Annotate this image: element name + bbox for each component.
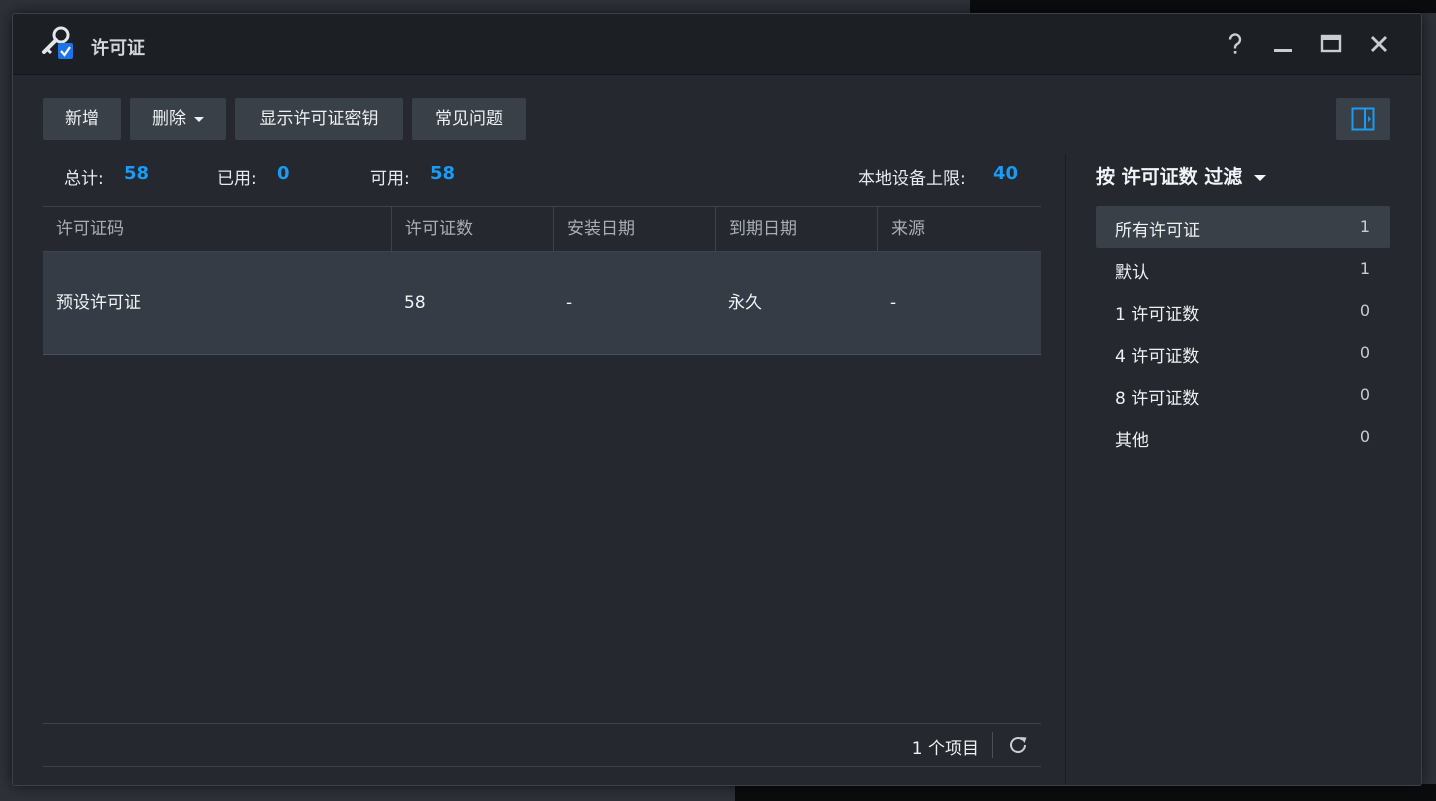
table-row[interactable]: 预设许可证 58 - 永久 - [43,252,1041,355]
license-table: 许可证码 许可证数 安装日期 到期日期 来源 预设许可证 58 - 永久 - [43,206,1041,355]
filter-item-count: 0 [1359,427,1370,446]
filter-item-other[interactable]: 其他 0 [1096,416,1390,458]
chevron-down-icon [1254,174,1267,181]
table-footer: 1 个项目 [43,723,1041,767]
filter-item-label: 所有许可证 [1115,221,1200,241]
panel-divider [1065,154,1066,785]
title-bar: 许可证 [13,14,1421,75]
cell-license-code: 预设许可证 [56,293,141,313]
chevron-down-icon [194,116,204,122]
help-button[interactable] [1221,30,1249,58]
refresh-button[interactable] [1007,734,1029,756]
delete-button-label: 删除 [152,109,186,129]
filter-item-label: 8 许可证数 [1115,389,1200,409]
minimize-icon [1274,49,1292,52]
device-limit-value: 40 [993,163,1019,184]
filter-item-label: 4 许可证数 [1115,347,1200,367]
available-value: 58 [430,163,456,184]
filter-item-count: 1 [1359,217,1370,236]
maximize-button[interactable] [1317,30,1345,58]
cell-source: - [890,293,897,313]
total-value: 58 [124,163,150,184]
add-button-label: 新增 [65,109,99,129]
help-icon [1228,33,1242,54]
filter-item-default[interactable]: 默认 1 [1096,248,1390,290]
add-button[interactable]: 新增 [43,98,121,140]
filter-item-1-license[interactable]: 1 许可证数 0 [1096,290,1390,332]
filter-item-all[interactable]: 所有许可证 1 [1096,206,1390,248]
table-header: 许可证码 许可证数 安装日期 到期日期 来源 [43,206,1041,252]
faq-button[interactable]: 常见问题 [412,98,526,140]
filter-dropdown[interactable]: 按 许可证数 过滤 [1096,162,1267,189]
column-header-expiry-date[interactable]: 到期日期 [715,207,877,251]
column-header-source[interactable]: 来源 [877,207,1041,251]
cell-install-date: - [566,293,573,313]
column-header-install-date[interactable]: 安装日期 [553,207,715,251]
column-header-license-count[interactable]: 许可证数 [391,207,553,251]
show-license-key-label: 显示许可证密钥 [259,109,379,129]
refresh-icon [1010,737,1027,753]
total-label: 总计: [64,169,104,189]
delete-dropdown-button[interactable]: 删除 [130,98,226,140]
close-icon [1371,36,1387,52]
desktop-background [735,784,1436,801]
column-header-license-code[interactable]: 许可证码 [43,207,391,251]
license-key-icon [39,26,75,62]
footer-divider [992,732,993,758]
cell-expiry-date: 永久 [728,293,762,313]
cell-license-count: 58 [404,293,426,313]
minimize-button[interactable] [1269,30,1297,58]
filter-item-count: 0 [1359,301,1370,320]
available-label: 可用: [370,169,410,189]
window-title: 许可证 [91,38,145,59]
maximize-icon [1320,34,1342,53]
toggle-filter-panel-button[interactable] [1336,98,1390,140]
device-limit-label: 本地设备上限: [858,169,966,189]
faq-button-label: 常见问题 [435,109,503,129]
item-count: 1 个项目 [911,739,979,759]
used-value: 0 [277,163,290,184]
filter-item-8-license[interactable]: 8 许可证数 0 [1096,374,1390,416]
desktop-background [970,0,1436,13]
filter-title-label: 按 许可证数 过滤 [1096,166,1243,188]
filter-item-count: 0 [1359,385,1370,404]
filter-item-count: 1 [1359,259,1370,278]
used-label: 已用: [217,169,257,189]
show-license-key-button[interactable]: 显示许可证密钥 [235,98,403,140]
filter-item-count: 0 [1359,343,1370,362]
filter-item-label: 其他 [1115,431,1149,451]
side-panel-icon [1351,107,1375,131]
license-window: 许可证 新增 删除 显示许可证密钥 常见问题 总计: 58 已用: 0 可用: … [12,13,1422,786]
filter-item-4-license[interactable]: 4 许可证数 0 [1096,332,1390,374]
filter-item-label: 1 许可证数 [1115,305,1200,325]
filter-item-label: 默认 [1115,263,1149,283]
close-button[interactable] [1365,30,1393,58]
